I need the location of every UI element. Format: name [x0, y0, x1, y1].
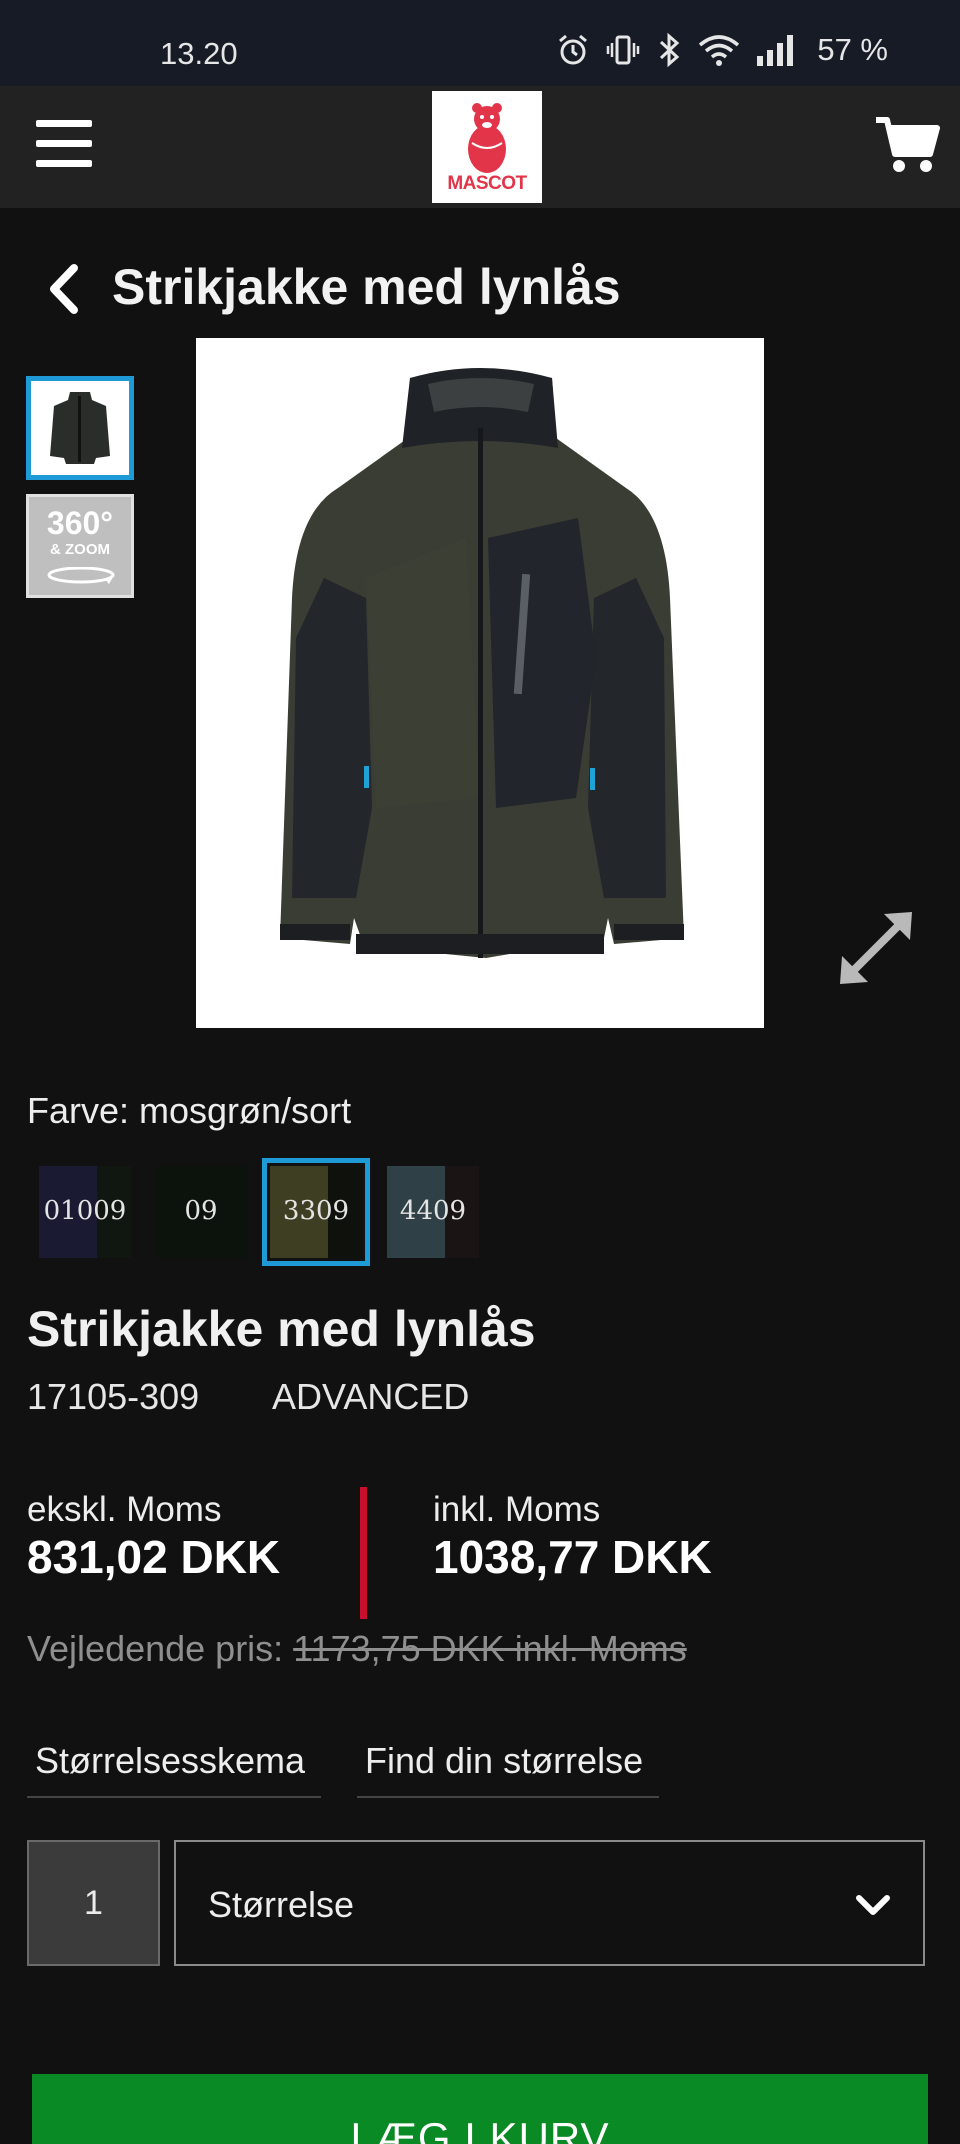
size-chart-link[interactable]: Størrelsesskema — [27, 1740, 321, 1798]
cart-icon[interactable] — [874, 112, 940, 176]
gallery-thumbnail-360-zoom[interactable]: 360° & ZOOM — [26, 494, 134, 598]
alarm-icon — [559, 34, 588, 65]
color-swatch-01009[interactable]: 01009 — [39, 1166, 131, 1258]
price-divider — [360, 1487, 367, 1619]
color-swatch-3309[interactable]: 3309 — [262, 1158, 370, 1266]
size-select-value: Størrelse — [208, 1884, 355, 1925]
price-incl-label: inkl. Moms — [433, 1490, 601, 1529]
expand-icon[interactable] — [834, 906, 918, 990]
back-chevron-icon[interactable] — [44, 262, 84, 316]
jacket-image — [196, 338, 764, 1028]
product-line: ADVANCED — [272, 1376, 470, 1417]
swatch-code: 3309 — [282, 1196, 350, 1226]
hamburger-icon[interactable] — [36, 120, 92, 170]
swatch-code: 09 — [184, 1196, 218, 1226]
brand-logo[interactable]: MASCOT — [432, 91, 542, 203]
product-sku: 17105-309 — [27, 1376, 200, 1417]
thumbnail-zoom-text: & ZOOM — [50, 541, 110, 558]
status-bar: 13.20 57 % — [0, 0, 960, 86]
color-swatch-09[interactable]: 09 — [155, 1166, 247, 1258]
rrp-label: Vejledende pris: — [27, 1628, 284, 1669]
page-title: Strikjakke med lynlås — [112, 259, 621, 315]
size-select[interactable]: Størrelse — [174, 1840, 925, 1966]
color-swatch-4409[interactable]: 4409 — [387, 1166, 479, 1258]
price-excl-label: ekskl. Moms — [27, 1490, 222, 1529]
battery-level: 57 % — [817, 32, 888, 67]
swatch-code: 4409 — [399, 1196, 467, 1226]
product-name: Strikjakke med lynlås — [27, 1301, 536, 1357]
rrp-value: 1173,75 DKK inkl. Moms — [293, 1628, 687, 1669]
price-excl-value: 831,02 DKK — [27, 1531, 281, 1583]
bluetooth-icon — [660, 32, 680, 68]
vibrate-icon — [607, 35, 640, 65]
logo-text: MASCOT — [447, 173, 527, 194]
thumbnail-360-text: 360° — [46, 505, 114, 541]
status-time: 13.20 — [160, 36, 238, 71]
status-icons: 57 % — [555, 32, 888, 68]
add-to-cart-button[interactable]: LÆG I KURV — [32, 2074, 928, 2144]
color-label: Farve: mosgrøn/sort — [27, 1090, 352, 1131]
quantity-input[interactable]: 1 — [27, 1840, 160, 1966]
signal-icon — [757, 35, 794, 66]
add-to-cart-label: LÆG I KURV — [350, 2114, 610, 2144]
recommended-price: Vejledende pris: 1173,75 DKK inkl. Moms — [27, 1628, 687, 1670]
jacket-thumbnail-image — [36, 386, 124, 470]
wifi-icon — [699, 35, 740, 66]
product-main-image[interactable] — [196, 338, 764, 1028]
swatch-code: 01009 — [43, 1196, 127, 1226]
chevron-down-icon — [856, 1895, 890, 1915]
gallery-thumbnail-product[interactable] — [26, 376, 134, 480]
rotate-arrow-icon — [47, 567, 115, 584]
site-header: MASCOT — [0, 86, 960, 208]
find-size-link[interactable]: Find din størrelse — [357, 1740, 659, 1798]
price-incl-value: 1038,77 DKK — [433, 1531, 712, 1583]
